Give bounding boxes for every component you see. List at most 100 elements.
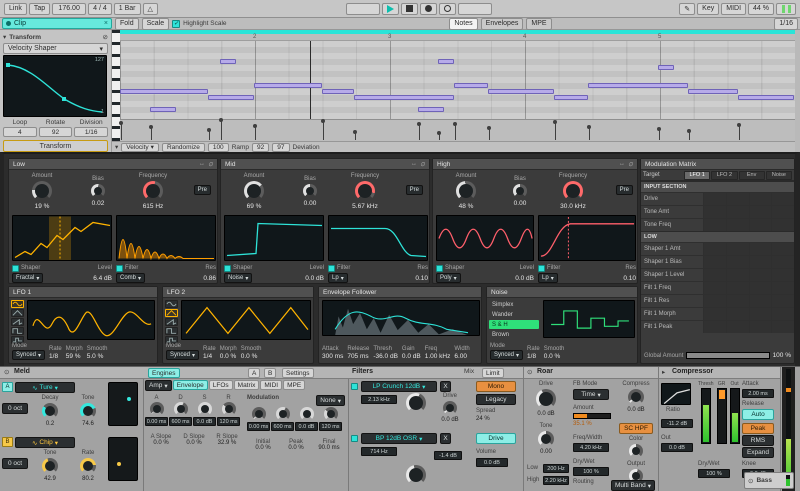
matrix-cell[interactable] xyxy=(771,193,794,205)
filter2-freq-knob[interactable] xyxy=(406,465,426,485)
matrix-cell[interactable] xyxy=(749,308,772,320)
time-signature-display[interactable]: 4 / 4 xyxy=(88,3,112,15)
noise-type-option[interactable]: Wander xyxy=(489,310,539,319)
matrix-cell[interactable] xyxy=(703,269,726,281)
drive-value[interactable]: 0.0 dB xyxy=(441,417,458,423)
bias-value[interactable]: 0.02 xyxy=(92,200,105,207)
amount-knob[interactable] xyxy=(456,181,476,201)
matrix-cell[interactable] xyxy=(703,282,726,294)
noise-type-option[interactable]: S & H xyxy=(489,320,539,329)
bias-knob[interactable] xyxy=(513,184,527,198)
amount-value[interactable]: 48 % xyxy=(459,203,474,210)
randomize-button[interactable]: Randomize xyxy=(162,143,205,152)
midi-note[interactable] xyxy=(554,95,588,100)
thresh-meter[interactable] xyxy=(701,388,711,444)
morph-value[interactable]: 59 % xyxy=(66,353,83,360)
matrix-cell[interactable] xyxy=(749,295,772,307)
velocity-marker[interactable] xyxy=(659,130,660,140)
filter-type-select[interactable]: Lp▾ xyxy=(328,273,348,283)
draw-mode-button[interactable]: ✎ xyxy=(679,3,695,15)
midi-note[interactable] xyxy=(322,89,354,94)
a-slope-value[interactable]: 0.0 % xyxy=(145,440,177,446)
engine-a-select[interactable]: ∿Ture▾ xyxy=(15,382,75,393)
velocity-shape-display[interactable]: 127 1 xyxy=(3,55,107,117)
low-value[interactable]: 200 Hz xyxy=(543,464,569,473)
matrix-cell[interactable] xyxy=(749,269,772,281)
midi-note[interactable] xyxy=(588,83,688,88)
tone-value[interactable]: 0.00 xyxy=(540,449,552,455)
release-value[interactable]: 120 ms xyxy=(319,422,342,431)
smooth-value[interactable]: 5.0 % xyxy=(87,353,108,360)
sustain-value[interactable]: 0.0 dB xyxy=(295,422,318,431)
source-tab-lfo1[interactable]: LFO 1 xyxy=(684,171,710,180)
midi-note[interactable] xyxy=(150,107,176,112)
metronome-button[interactable]: △ xyxy=(143,3,158,15)
square-wave-icon[interactable] xyxy=(11,327,24,335)
filter-type-select[interactable]: Comb▾ xyxy=(116,273,145,283)
square-wave-icon[interactable] xyxy=(165,327,178,335)
amp-select[interactable]: Amp▾ xyxy=(145,380,172,391)
matrix-cell[interactable] xyxy=(749,243,772,255)
saw-wave-icon[interactable] xyxy=(11,318,24,326)
session-record-button[interactable] xyxy=(439,3,456,15)
key-map-button[interactable]: Key xyxy=(697,3,719,15)
filter-enable-checkbox[interactable] xyxy=(328,265,335,272)
lane-select[interactable]: Velocity▾ xyxy=(121,143,159,152)
tab-lfos[interactable]: LFOs xyxy=(209,380,233,390)
matrix-cell[interactable] xyxy=(771,219,794,231)
release-knob[interactable] xyxy=(324,407,338,421)
rate-value[interactable]: 1/4 xyxy=(203,353,216,360)
filter2-gain-value[interactable]: -1.4 dB xyxy=(434,451,462,460)
velocity-marker[interactable] xyxy=(255,127,256,140)
pre-button[interactable]: Pre xyxy=(194,185,211,195)
chevron-down-icon[interactable]: ▾ xyxy=(3,33,6,41)
quantization-menu[interactable]: 1 Bar xyxy=(114,3,141,15)
thresh-value[interactable]: -11.2 dB xyxy=(661,419,693,428)
triangle-wave-icon[interactable] xyxy=(11,309,24,317)
bias-value[interactable]: 0.00 xyxy=(304,200,317,207)
midi-note[interactable] xyxy=(454,83,488,88)
midi-note[interactable] xyxy=(438,59,454,64)
midi-note[interactable] xyxy=(688,89,738,94)
transform-apply-button[interactable]: Transform xyxy=(3,140,108,152)
gain-value[interactable]: 0.0 dB xyxy=(402,353,421,360)
rate-value[interactable]: 1/8 xyxy=(527,353,540,360)
d-slope-value[interactable]: 0.0 % xyxy=(178,440,210,446)
velocity-marker[interactable] xyxy=(589,128,590,140)
release-value[interactable]: 120 ms xyxy=(217,417,240,426)
beat-ruler[interactable]: 2345 xyxy=(120,30,795,41)
matrix-cell[interactable] xyxy=(771,295,794,307)
tab-notes[interactable]: Notes xyxy=(449,18,477,30)
rate-value[interactable]: 80.2 xyxy=(82,476,94,482)
velocity-marker[interactable] xyxy=(689,132,690,140)
midi-note[interactable] xyxy=(354,95,454,100)
tap-tempo-button[interactable]: Tap xyxy=(29,3,50,15)
rate-value[interactable]: 1/8 xyxy=(49,353,62,360)
filter1-freq-knob[interactable] xyxy=(406,393,426,413)
velocity-marker[interactable] xyxy=(121,124,122,140)
filter2-xfade-button[interactable]: X xyxy=(440,433,451,444)
engine-b-octave[interactable]: 0 oct xyxy=(2,458,28,469)
settings-tab[interactable]: Settings xyxy=(282,368,314,378)
morph-value[interactable]: 0.0 % xyxy=(220,353,237,360)
matrix-cell[interactable] xyxy=(771,206,794,218)
smooth-value[interactable]: 0.0 % xyxy=(544,353,565,360)
limit-button[interactable]: Limit xyxy=(482,368,504,378)
final-value[interactable]: 90.0 ms xyxy=(313,445,345,451)
play-button[interactable] xyxy=(382,3,399,15)
shaper-enable-checkbox[interactable] xyxy=(224,265,231,272)
decay-knob[interactable] xyxy=(42,403,58,419)
matrix-cell[interactable] xyxy=(726,193,749,205)
matrix-cell[interactable] xyxy=(771,243,794,255)
level-value[interactable]: 6.4 dB xyxy=(93,275,112,282)
shaper-type-select[interactable]: Poly▾ xyxy=(436,273,461,283)
amount-value[interactable]: 69 % xyxy=(247,203,262,210)
velocity-lane[interactable] xyxy=(120,119,795,141)
filter1-type-select[interactable]: LP Crunch 12dB▾ xyxy=(361,381,437,392)
division-value[interactable]: 1/16 xyxy=(74,127,108,137)
midi-note[interactable] xyxy=(254,83,322,88)
drive-knob[interactable] xyxy=(536,389,556,409)
filter-enable-checkbox[interactable] xyxy=(116,265,123,272)
tone-value[interactable]: 42.9 xyxy=(44,476,56,482)
link-button[interactable]: Link xyxy=(4,3,27,15)
